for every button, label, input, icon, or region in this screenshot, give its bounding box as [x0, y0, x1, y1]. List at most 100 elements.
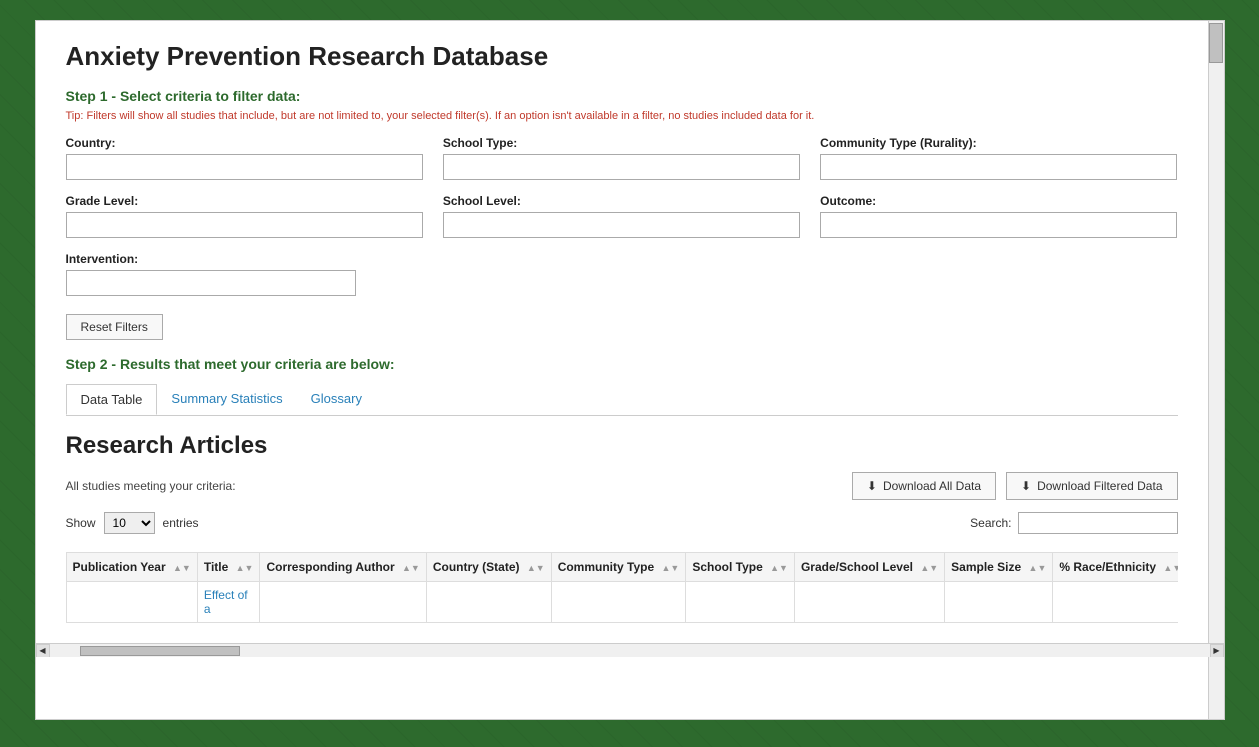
cell-author: [260, 582, 426, 623]
cell-title: Effect of a: [197, 582, 260, 623]
cell-sample: [945, 582, 1053, 623]
scrollbar-thumb-h[interactable]: [80, 646, 240, 656]
step1-heading: Step 1 - Select criteria to filter data:: [66, 88, 1178, 104]
th-grade-school-level-label: Grade/School Level: [801, 560, 913, 574]
th-grade-school-level[interactable]: Grade/School Level ▲▼: [794, 553, 944, 582]
tip-text-red: If an option isn't available in a filter…: [495, 110, 814, 122]
tip-text-main: Tip: Filters will show all studies that …: [66, 110, 492, 122]
country-filter-group: Country:: [66, 136, 423, 180]
download-all-button[interactable]: ⬇ Download All Data: [852, 472, 996, 500]
school-type-label: School Type:: [443, 136, 800, 150]
th-corresponding-author[interactable]: Corresponding Author ▲▼: [260, 553, 426, 582]
show-label: Show: [66, 516, 96, 530]
outcome-filter-group: Outcome:: [820, 194, 1177, 238]
download-filtered-label: Download Filtered Data: [1037, 479, 1162, 493]
grade-level-label: Grade Level:: [66, 194, 423, 208]
table-controls-row: Show 10 25 50 100 entries Search:: [66, 512, 1178, 544]
search-row: Search:: [970, 512, 1177, 534]
data-table: Publication Year ▲▼ Title ▲▼ Correspondi…: [66, 552, 1178, 623]
reset-filters-button[interactable]: Reset Filters: [66, 314, 163, 340]
cell-school-type: [686, 582, 795, 623]
table-header: Publication Year ▲▼ Title ▲▼ Correspondi…: [66, 553, 1178, 582]
show-entries-control: Show 10 25 50 100 entries: [66, 512, 199, 534]
vertical-scrollbar[interactable]: [1208, 21, 1224, 719]
th-race-ethnicity-label: % Race/Ethnicity: [1059, 560, 1156, 574]
th-pub-year-label: Publication Year: [73, 560, 166, 574]
th-community-type[interactable]: Community Type ▲▼: [551, 553, 686, 582]
th-pub-year[interactable]: Publication Year ▲▼: [66, 553, 197, 582]
sort-arrows-community: ▲▼: [661, 563, 679, 573]
community-type-label: Community Type (Rurality):: [820, 136, 1177, 150]
cell-race: [1053, 582, 1178, 623]
cell-pub-year: [66, 582, 197, 623]
outcome-input[interactable]: [820, 212, 1177, 238]
table-row: Effect of a: [66, 582, 1178, 623]
download-filtered-button[interactable]: ⬇ Download Filtered Data: [1006, 472, 1177, 500]
th-title[interactable]: Title ▲▼: [197, 553, 260, 582]
th-sample-size[interactable]: Sample Size ▲▼: [945, 553, 1053, 582]
content-area: Anxiety Prevention Research Database Ste…: [36, 21, 1208, 643]
th-corresponding-author-label: Corresponding Author: [266, 560, 394, 574]
school-level-filter-group: School Level:: [443, 194, 800, 238]
country-input[interactable]: [66, 154, 423, 180]
th-country-label: Country (State): [433, 560, 520, 574]
tabs-container: Data Table Summary Statistics Glossary: [66, 384, 1178, 416]
th-school-type[interactable]: School Type ▲▼: [686, 553, 795, 582]
scroll-right-arrow[interactable]: ▶: [1210, 644, 1224, 658]
tab-data-table[interactable]: Data Table: [66, 384, 158, 415]
entries-label: entries: [163, 516, 199, 530]
community-type-input[interactable]: [820, 154, 1177, 180]
table-body: Effect of a: [66, 582, 1178, 623]
intervention-filter-group: Intervention:: [66, 252, 356, 296]
intervention-input[interactable]: [66, 270, 356, 296]
results-title: Research Articles: [66, 432, 1178, 460]
table-header-row: Publication Year ▲▼ Title ▲▼ Correspondi…: [66, 553, 1178, 582]
school-type-input[interactable]: [443, 154, 800, 180]
filter-row-2: Grade Level: School Level: Outcome:: [66, 194, 1178, 238]
sort-arrows-sample: ▲▼: [1029, 563, 1047, 573]
th-school-type-label: School Type: [692, 560, 762, 574]
cell-grade: [794, 582, 944, 623]
page-title: Anxiety Prevention Research Database: [66, 41, 1178, 72]
sort-arrows-author: ▲▼: [402, 563, 420, 573]
download-buttons: ⬇ Download All Data ⬇ Download Filtered …: [852, 472, 1178, 500]
cell-country: [426, 582, 551, 623]
intervention-label: Intervention:: [66, 252, 356, 266]
sort-arrows-grade: ▲▼: [920, 563, 938, 573]
main-container: Anxiety Prevention Research Database Ste…: [35, 20, 1225, 720]
tab-summary-statistics[interactable]: Summary Statistics: [157, 384, 296, 415]
grade-level-filter-group: Grade Level:: [66, 194, 423, 238]
th-race-ethnicity[interactable]: % Race/Ethnicity ▲▼: [1053, 553, 1178, 582]
school-type-filter-group: School Type:: [443, 136, 800, 180]
th-community-type-label: Community Type: [558, 560, 654, 574]
cell-community: [551, 582, 686, 623]
download-all-label: Download All Data: [883, 479, 981, 493]
title-link[interactable]: Effect of a: [204, 588, 248, 616]
grade-level-input[interactable]: [66, 212, 423, 238]
sort-arrows-school-type: ▲▼: [770, 563, 788, 573]
country-label: Country:: [66, 136, 423, 150]
download-filtered-icon: ⬇: [1021, 479, 1031, 493]
scroll-left-arrow[interactable]: ◀: [36, 644, 50, 658]
search-label: Search:: [970, 516, 1011, 530]
scrollbar-thumb[interactable]: [1209, 23, 1223, 63]
sort-arrows-title: ▲▼: [236, 563, 254, 573]
intervention-row: Intervention:: [66, 252, 1178, 296]
scrollbar-track[interactable]: [50, 645, 1210, 657]
community-type-filter-group: Community Type (Rurality):: [820, 136, 1177, 180]
tab-glossary[interactable]: Glossary: [297, 384, 376, 415]
sort-arrows-country: ▲▼: [527, 563, 545, 573]
step2-heading: Step 2 - Results that meet your criteria…: [66, 356, 1178, 372]
sort-arrows-pub-year: ▲▼: [173, 563, 191, 573]
table-wrapper: Publication Year ▲▼ Title ▲▼ Correspondi…: [66, 552, 1178, 623]
download-all-icon: ⬇: [867, 479, 877, 493]
horizontal-scrollbar[interactable]: ◀ ▶: [36, 643, 1224, 657]
search-input[interactable]: [1018, 512, 1178, 534]
show-entries-select[interactable]: 10 25 50 100: [104, 512, 155, 534]
th-country[interactable]: Country (State) ▲▼: [426, 553, 551, 582]
results-section: Research Articles All studies meeting yo…: [66, 416, 1178, 623]
sort-arrows-race: ▲▼: [1163, 563, 1177, 573]
filter-row-1: Country: School Type: Community Type (Ru…: [66, 136, 1178, 180]
school-level-input[interactable]: [443, 212, 800, 238]
results-controls: All studies meeting your criteria: ⬇ Dow…: [66, 472, 1178, 500]
